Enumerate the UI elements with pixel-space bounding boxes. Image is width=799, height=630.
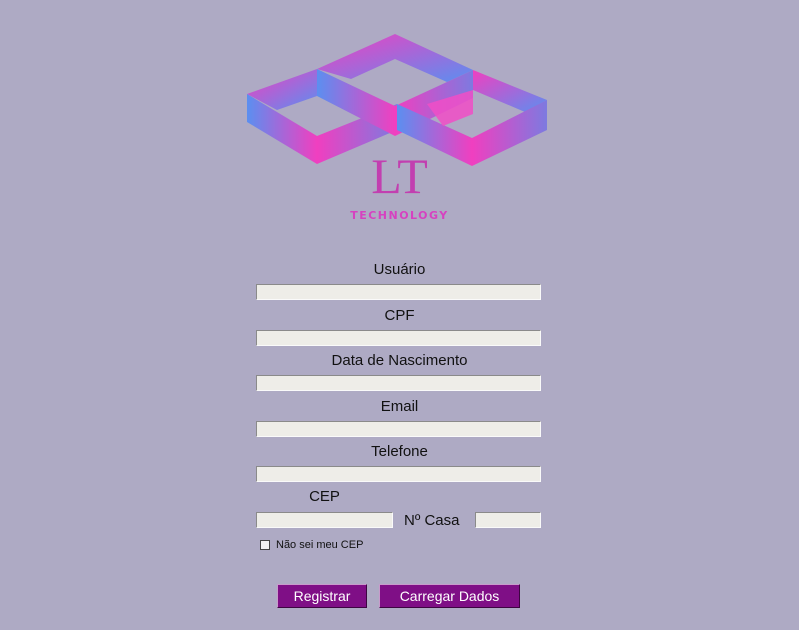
logo-letters: LT bbox=[371, 148, 428, 204]
carregar-dados-button[interactable]: Carregar Dados bbox=[379, 584, 520, 608]
nao-sei-cep-option[interactable]: Não sei meu CEP bbox=[260, 538, 363, 552]
usuario-input[interactable] bbox=[256, 284, 541, 300]
numero-casa-input[interactable] bbox=[475, 512, 541, 528]
nascimento-label: Data de Nascimento bbox=[331, 352, 468, 369]
logo-subtitle: TECHNOLOGY bbox=[350, 209, 449, 222]
email-label: Email bbox=[380, 398, 419, 415]
registrar-button[interactable]: Registrar bbox=[277, 584, 367, 608]
cep-input[interactable] bbox=[256, 512, 393, 528]
numero-casa-label: Nº Casa bbox=[404, 512, 460, 529]
cep-label: CEP bbox=[309, 488, 340, 505]
cpf-label: CPF bbox=[384, 307, 415, 324]
email-input[interactable] bbox=[256, 421, 541, 437]
telefone-input[interactable] bbox=[256, 466, 541, 482]
cpf-input[interactable] bbox=[256, 330, 541, 346]
telefone-label: Telefone bbox=[371, 443, 428, 460]
nao-sei-cep-label: Não sei meu CEP bbox=[276, 539, 364, 551]
lt-technology-logo-icon bbox=[247, 34, 547, 166]
usuario-label: Usuário bbox=[373, 261, 426, 278]
nascimento-input[interactable] bbox=[256, 375, 541, 391]
nao-sei-cep-checkbox[interactable] bbox=[260, 540, 270, 550]
